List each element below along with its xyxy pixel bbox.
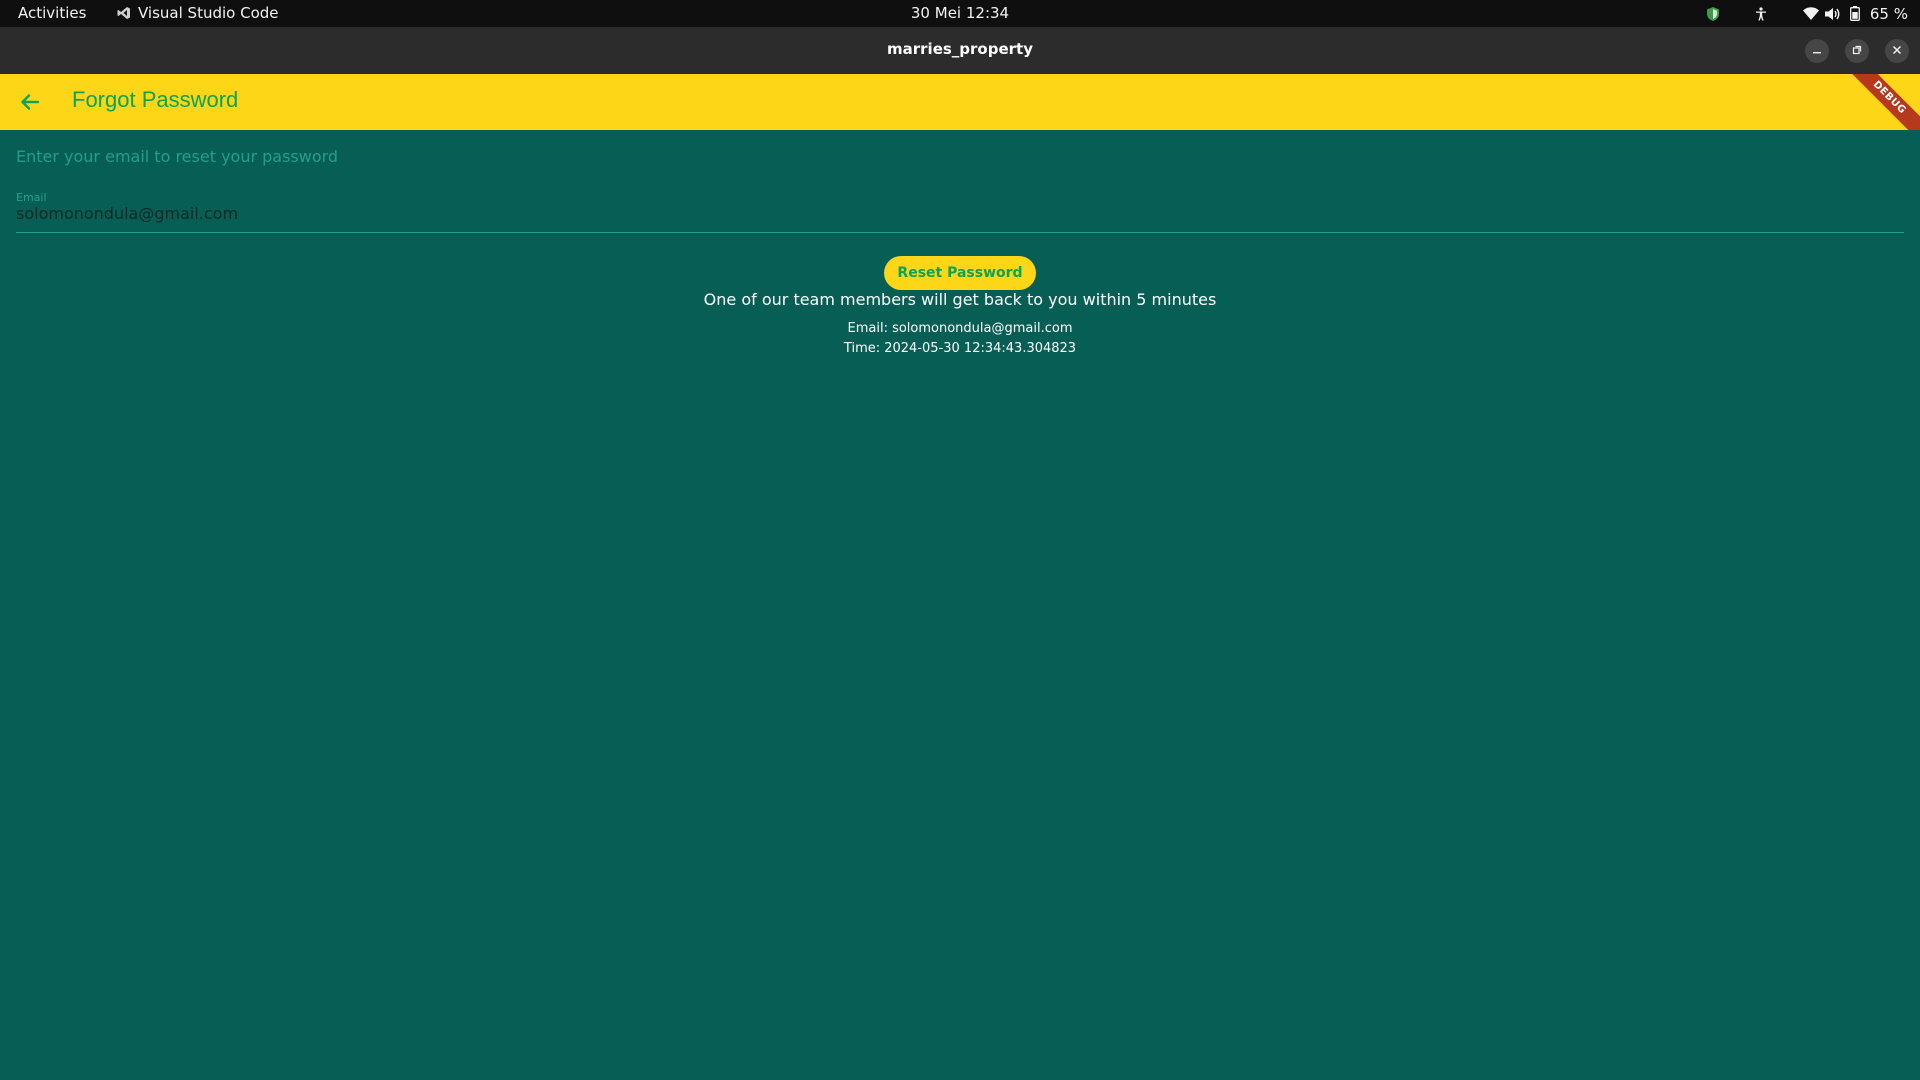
close-icon: [1892, 44, 1902, 58]
submitted-email: Email: solomonondula@gmail.com: [847, 321, 1073, 336]
system-top-bar: Activities Visual Studio Code 30 Mei 12:…: [0, 0, 1920, 27]
accessibility-icon[interactable]: [1750, 4, 1772, 24]
wifi-icon[interactable]: [1800, 4, 1822, 24]
confirmation-message: One of our team members will get back to…: [703, 290, 1217, 309]
reset-password-button[interactable]: Reset Password: [884, 256, 1036, 290]
page-title: Forgot Password: [72, 87, 239, 112]
arrow-back-icon: [16, 94, 44, 120]
restore-icon: [1852, 44, 1862, 58]
restore-button[interactable]: [1845, 39, 1869, 63]
window-titlebar[interactable]: marries_property: [0, 27, 1920, 75]
clock[interactable]: 30 Mei 12:34: [0, 4, 1920, 22]
shield-icon[interactable]: [1702, 4, 1724, 24]
submitted-time: Time: 2024-05-30 12:34:43.304823: [843, 341, 1077, 356]
battery-icon[interactable]: [1844, 4, 1866, 24]
minimize-button[interactable]: [1805, 39, 1829, 63]
debug-banner: DEBUG: [1836, 74, 1920, 130]
window-title: marries_property: [887, 40, 1033, 58]
system-tray[interactable]: 65 %: [1702, 3, 1908, 24]
email-input[interactable]: [16, 204, 1816, 223]
back-button[interactable]: [16, 88, 44, 116]
minimize-icon: [1812, 44, 1822, 58]
app-bar: Forgot Password DEBUG: [0, 74, 1920, 130]
page-body: Enter your email to reset your password …: [0, 130, 1920, 1080]
instruction-text: Enter your email to reset your password: [16, 147, 339, 166]
battery-percentage: 65 %: [1869, 4, 1908, 23]
email-field-label: Email: [16, 191, 47, 204]
email-field[interactable]: Email: [16, 190, 1904, 233]
close-button[interactable]: [1885, 39, 1909, 63]
volume-icon[interactable]: [1822, 4, 1844, 24]
